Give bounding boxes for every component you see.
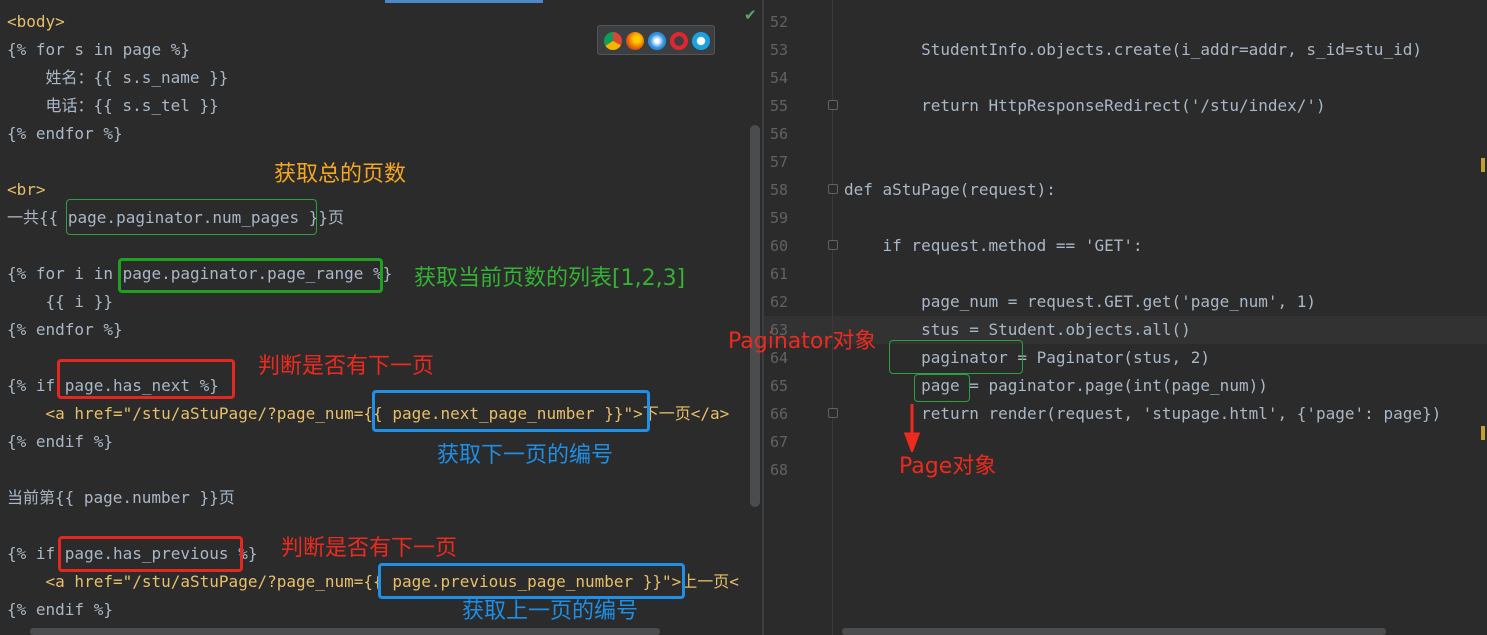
check-icon: ✔ <box>744 6 757 24</box>
code-line[interactable]: 姓名：{{ s.s_name }} <box>7 64 229 92</box>
line-number: 61 <box>769 265 788 283</box>
paginator-object-annotation: Paginator对象 <box>728 329 877 354</box>
code-line[interactable]: {% for i in page.paginator.page_range %} <box>7 260 392 288</box>
code-line[interactable]: {% endif %} <box>7 428 113 456</box>
code-line[interactable]: page_num = request.GET.get('page_num', 1… <box>844 288 1316 316</box>
chrome-icon[interactable] <box>604 32 622 50</box>
line-number: 59 <box>769 209 788 227</box>
line-number: 57 <box>769 153 788 171</box>
line-number: 58 <box>769 181 788 199</box>
code-line[interactable]: <br> <box>7 176 46 204</box>
page-list-annotation: 获取当前页数的列表[1,2,3] <box>414 266 686 291</box>
code-line[interactable]: 电话：{{ s.s_tel }} <box>7 92 219 120</box>
line-number: 52 <box>769 13 788 31</box>
code-line[interactable]: {% if page.has_next %} <box>7 372 219 400</box>
active-tab-indicator <box>385 0 543 3</box>
line-number: 60 <box>769 237 788 255</box>
code-line[interactable]: {% endfor %} <box>7 120 123 148</box>
ie-icon[interactable] <box>692 32 710 50</box>
fold-icon[interactable] <box>828 100 838 110</box>
code-line[interactable]: def aStuPage(request): <box>844 176 1056 204</box>
code-line[interactable]: return render(request, 'stupage.html', {… <box>844 400 1441 428</box>
browser-preview-bar <box>597 25 715 55</box>
code-line[interactable]: stus = Student.objects.all() <box>844 316 1191 344</box>
opera-icon[interactable] <box>670 32 688 50</box>
warning-marker[interactable] <box>1481 426 1485 440</box>
line-number: 53 <box>769 41 788 59</box>
next-number-annotation: 获取下一页的编号 <box>437 443 614 468</box>
code-line[interactable]: {{ i }} <box>7 288 113 316</box>
code-line[interactable]: {% if page.has_previous %} <box>7 540 257 568</box>
code-line[interactable]: 当前第{{ page.number }}页 <box>7 484 235 512</box>
line-number: 55 <box>769 97 788 115</box>
warning-marker[interactable] <box>1481 158 1485 172</box>
code-line[interactable]: 一共{{ page.paginator.num_pages }}页 <box>7 204 344 232</box>
gutter-separator <box>832 0 833 635</box>
has-previous-annotation: 判断是否有下一页 <box>281 536 458 561</box>
arrow-down-icon <box>904 404 920 452</box>
line-number: 67 <box>769 433 788 451</box>
code-line[interactable]: {% endif %} <box>7 596 113 624</box>
code-line[interactable]: {% endfor %} <box>7 316 123 344</box>
safari-icon[interactable] <box>648 32 666 50</box>
right-editor-pane[interactable]: 52 53 54 55 56 57 58 59 60 61 62 63 64 6… <box>764 0 1487 635</box>
line-number: 62 <box>769 293 788 311</box>
code-line[interactable]: <a href="/stu/aStuPage/?page_num={{ page… <box>7 568 739 596</box>
code-line[interactable]: {% for s in page %} <box>7 36 190 64</box>
fold-icon[interactable] <box>828 184 838 194</box>
code-line[interactable]: if request.method == 'GET': <box>844 232 1143 260</box>
code-line[interactable]: page = paginator.page(int(page_num)) <box>844 372 1268 400</box>
horizontal-scrollbar[interactable] <box>842 628 1386 635</box>
fold-icon[interactable] <box>828 408 838 418</box>
line-number: 68 <box>769 461 788 479</box>
previous-number-annotation: 获取上一页的编号 <box>462 599 639 624</box>
fold-icon[interactable] <box>828 240 838 250</box>
has-next-annotation: 判断是否有下一页 <box>258 354 435 379</box>
firefox-icon[interactable] <box>626 32 644 50</box>
line-number: 66 <box>769 405 788 423</box>
code-line[interactable]: <body> <box>7 8 65 36</box>
code-line[interactable]: <a href="/stu/aStuPage/?page_num={{ page… <box>7 400 730 428</box>
page-object-annotation: Page对象 <box>899 454 997 479</box>
code-line[interactable]: StudentInfo.objects.create(i_addr=addr, … <box>844 36 1422 64</box>
total-pages-annotation: 获取总的页数 <box>274 162 407 187</box>
line-number: 65 <box>769 377 788 395</box>
line-number: 54 <box>769 69 788 87</box>
code-line[interactable]: paginator = Paginator(stus, 2) <box>844 344 1210 372</box>
vertical-scrollbar[interactable] <box>750 125 760 507</box>
left-editor-pane[interactable]: <body> {% for s in page %} 姓名：{{ s.s_nam… <box>0 0 762 635</box>
horizontal-scrollbar[interactable] <box>30 628 660 635</box>
code-line[interactable]: return HttpResponseRedirect('/stu/index/… <box>844 92 1326 120</box>
line-number: 56 <box>769 125 788 143</box>
